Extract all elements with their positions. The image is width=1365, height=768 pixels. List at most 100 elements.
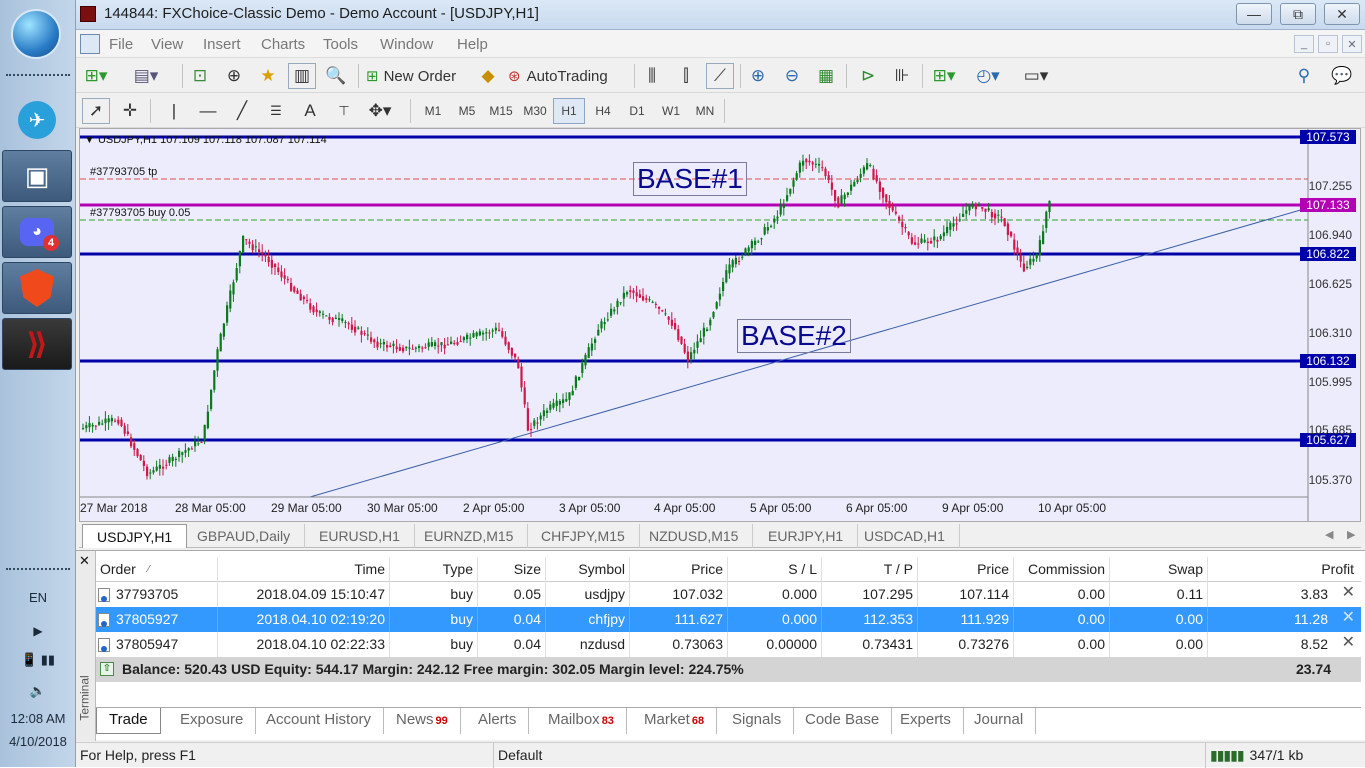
text-tool-icon[interactable]: A bbox=[296, 98, 324, 124]
cell-sl[interactable]: 0.000 bbox=[728, 607, 822, 632]
cell-sl[interactable]: 0.00000 bbox=[728, 632, 822, 657]
data-window-icon[interactable]: ⊕ bbox=[220, 63, 248, 89]
tab-signals[interactable]: Signals bbox=[720, 708, 795, 734]
periods-icon[interactable]: ◴▾ bbox=[974, 63, 1002, 89]
new-chart-icon[interactable]: ⊞▾ bbox=[82, 63, 110, 89]
text-label-icon[interactable]: ⊤ bbox=[330, 98, 358, 124]
tab-code-base[interactable]: Code Base bbox=[793, 708, 893, 734]
timeframe-m5[interactable]: M5 bbox=[451, 98, 483, 124]
menu-charts[interactable]: Charts bbox=[261, 36, 305, 53]
cell-tp[interactable]: 107.295 bbox=[822, 582, 918, 607]
candlestick-chart-icon[interactable]: ⫿ bbox=[672, 63, 700, 89]
mdi-minimize-button[interactable]: _ bbox=[1294, 35, 1314, 53]
status-traffic[interactable]: ▮▮▮▮▮ 347/1 kb bbox=[1206, 743, 1365, 768]
chart-tab-eurjpy-h1[interactable]: EURJPY,H1 bbox=[754, 524, 859, 548]
bar-chart-icon[interactable]: ⫼ bbox=[638, 63, 666, 89]
tab-experts[interactable]: Experts bbox=[888, 708, 964, 734]
line-chart-icon[interactable]: ⟋ bbox=[706, 63, 734, 89]
base1-label[interactable]: BASE#1 bbox=[633, 162, 747, 196]
new-order-button[interactable]: ⊞ New Order bbox=[366, 63, 460, 89]
menu-help[interactable]: Help bbox=[457, 36, 488, 53]
mdi-close-button[interactable]: ✕ bbox=[1342, 35, 1362, 53]
menu-insert[interactable]: Insert bbox=[203, 36, 241, 53]
crosshair-icon[interactable]: ✛ bbox=[116, 98, 144, 124]
timeframe-m15[interactable]: M15 bbox=[485, 98, 517, 124]
remote-desktop-app[interactable]: ▣ bbox=[2, 150, 72, 202]
tab-news[interactable]: News 99 bbox=[384, 708, 461, 734]
timeframe-h4[interactable]: H4 bbox=[587, 98, 619, 124]
chat-icon[interactable]: 💬 bbox=[1328, 63, 1356, 89]
terminal-toggle-icon[interactable]: ▥ bbox=[288, 63, 316, 89]
price-chart[interactable]: ▼ USDJPY,H1 107.109 107.118 107.087 107.… bbox=[79, 128, 1361, 522]
discord-app[interactable]: ◕ 4 bbox=[2, 206, 72, 258]
chart-tab-nzdusd-m15[interactable]: NZDUSD,M15 bbox=[635, 524, 754, 548]
tab-journal[interactable]: Journal bbox=[962, 708, 1037, 734]
chart-tab-chfjpy-m15[interactable]: CHFJPY,M15 bbox=[527, 524, 640, 548]
chart-tab-eurnzd-m15[interactable]: EURNZD,M15 bbox=[410, 524, 529, 548]
chart-tab-usdcad-h1[interactable]: USDCAD,H1 bbox=[850, 524, 960, 548]
cursor-icon[interactable]: ➚ bbox=[82, 98, 110, 124]
templates-icon[interactable]: ▭▾ bbox=[1022, 63, 1050, 89]
tab-trade[interactable]: Trade bbox=[96, 708, 161, 734]
chart-window-icon[interactable] bbox=[80, 34, 100, 54]
search-icon[interactable]: ⚲ bbox=[1290, 63, 1318, 89]
col-size[interactable]: Size bbox=[478, 557, 546, 582]
col-time[interactable]: Time bbox=[218, 557, 390, 582]
zoom-in-icon[interactable]: ⊕ bbox=[744, 63, 772, 89]
close-button[interactable]: ✕ bbox=[1324, 3, 1360, 25]
close-order-icon[interactable]: ✕ bbox=[1342, 582, 1355, 602]
vertical-line-icon[interactable]: | bbox=[160, 98, 188, 124]
metaeditor-icon[interactable]: ◆ bbox=[474, 63, 502, 89]
menu-file[interactable]: File bbox=[109, 36, 133, 53]
restore-button[interactable]: ⧉ bbox=[1280, 3, 1316, 25]
col-current-price[interactable]: Price bbox=[918, 557, 1014, 582]
col-type[interactable]: Type bbox=[390, 557, 478, 582]
navigator-icon[interactable]: ★ bbox=[254, 63, 282, 89]
indicators-icon[interactable]: ⊞▾ bbox=[930, 63, 958, 89]
col-commission[interactable]: Commission bbox=[1014, 557, 1110, 582]
status-profile[interactable]: Default bbox=[494, 743, 1206, 768]
close-order-icon[interactable]: ✕ bbox=[1342, 632, 1355, 652]
timeframe-h1[interactable]: H1 bbox=[553, 98, 585, 124]
language-indicator[interactable]: EN bbox=[0, 590, 76, 605]
chart-tab-usdjpy-h1[interactable]: USDJPY,H1 bbox=[82, 524, 188, 548]
cell-sl[interactable]: 0.000 bbox=[728, 582, 822, 607]
telegram-app[interactable]: ✈ bbox=[2, 94, 72, 146]
menu-window[interactable]: Window bbox=[380, 36, 433, 53]
horizontal-line-icon[interactable]: — bbox=[194, 98, 222, 124]
tab-market[interactable]: Market 68 bbox=[632, 708, 718, 734]
start-button[interactable] bbox=[11, 9, 61, 59]
tab-mailbox[interactable]: Mailbox 83 bbox=[536, 708, 627, 734]
network-icon[interactable]: ▮▮ bbox=[41, 652, 55, 667]
autotrading-button[interactable]: ⊛ AutoTrading bbox=[508, 63, 608, 89]
cell-tp[interactable]: 112.353 bbox=[822, 607, 918, 632]
trendline-icon[interactable]: ╱ bbox=[228, 98, 256, 124]
minimize-button[interactable]: — bbox=[1236, 3, 1272, 25]
tab-alerts[interactable]: Alerts bbox=[466, 708, 530, 734]
tile-windows-icon[interactable]: ▦ bbox=[812, 63, 840, 89]
fibonacci-icon[interactable]: ☰ bbox=[262, 98, 290, 124]
tab-exposure[interactable]: Exposure bbox=[168, 708, 257, 734]
col-swap[interactable]: Swap bbox=[1110, 557, 1208, 582]
col-profit[interactable]: Profit bbox=[1208, 557, 1358, 582]
menu-view[interactable]: View bbox=[151, 36, 183, 53]
chart-shift-icon[interactable]: ⊪ bbox=[888, 63, 916, 89]
chart-tab-gbpaud-daily[interactable]: GBPAUD,Daily bbox=[183, 524, 306, 548]
tray-expand-icon[interactable]: ▶ bbox=[0, 624, 76, 638]
profiles-icon[interactable]: ▤▾ bbox=[132, 63, 160, 89]
taskbar-grip-2[interactable] bbox=[6, 568, 70, 572]
menu-tools[interactable]: Tools bbox=[323, 36, 358, 53]
terminal-close-icon[interactable]: ✕ bbox=[79, 553, 90, 569]
timeframe-m1[interactable]: M1 bbox=[417, 98, 449, 124]
market-watch-icon[interactable]: ⊡ bbox=[186, 63, 214, 89]
tabs-scroll-left-icon[interactable]: ◀ bbox=[1325, 528, 1333, 541]
tab-account-history[interactable]: Account History bbox=[254, 708, 385, 734]
strategy-tester-icon[interactable]: 🔍 bbox=[322, 63, 350, 89]
mdi-restore-button[interactable]: ▫ bbox=[1318, 35, 1338, 53]
zoom-out-icon[interactable]: ⊖ bbox=[778, 63, 806, 89]
table-row[interactable]: 37805947 2018.04.10 02:22:33 buy 0.04 nz… bbox=[96, 632, 1361, 657]
shapes-menu-icon[interactable]: ✥▾ bbox=[366, 98, 394, 124]
timeframe-w1[interactable]: W1 bbox=[655, 98, 687, 124]
tray-icons[interactable]: 📱 ▮▮ bbox=[0, 652, 76, 668]
col-open-price[interactable]: Price bbox=[630, 557, 728, 582]
